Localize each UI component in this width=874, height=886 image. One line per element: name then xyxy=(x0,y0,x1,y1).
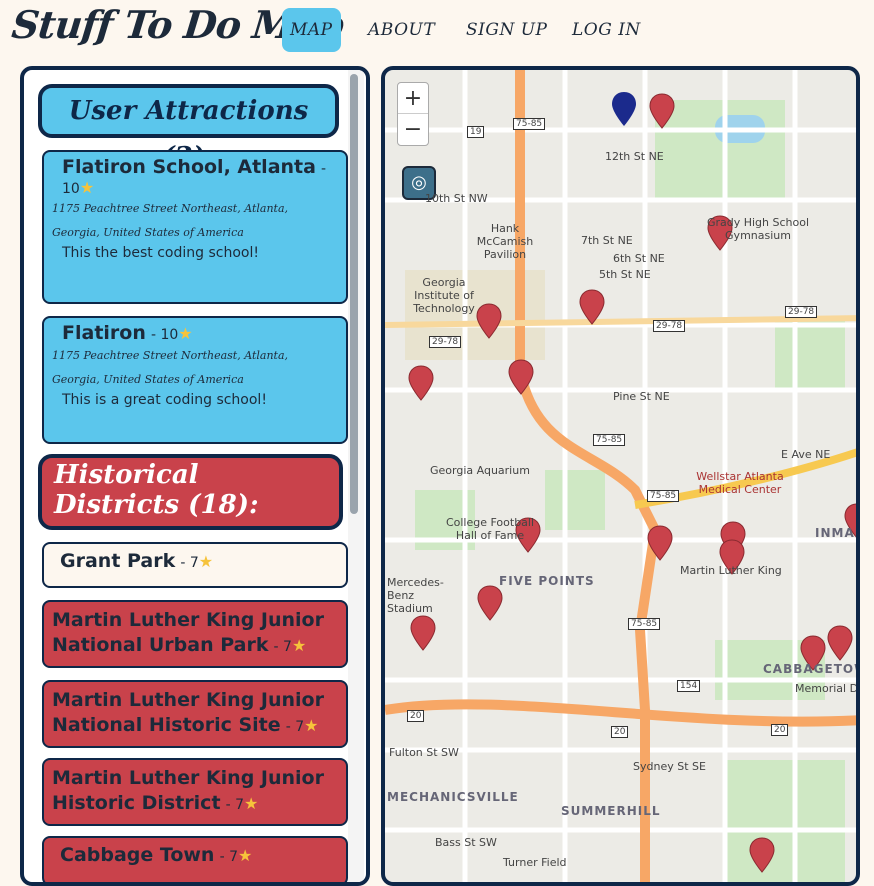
card-rating: - 7 xyxy=(273,639,292,655)
highway-shield: 154 xyxy=(677,680,701,692)
highway-shield: 20 xyxy=(407,710,425,722)
map-label: College Football Hall of Fame xyxy=(445,516,535,542)
highway-shield: 19 xyxy=(467,126,485,138)
historical-districts-heading: Historical Districts (18): xyxy=(38,454,343,530)
zoom-in-button[interactable]: + xyxy=(398,83,428,114)
marker-user xyxy=(612,92,636,126)
highway-shield: 20 xyxy=(611,726,629,738)
card-address: 1175 Peachtree Street Northeast, Atlanta… xyxy=(52,349,289,386)
highway-shield: 29-78 xyxy=(429,336,462,348)
highway-shield: 75-85 xyxy=(513,118,546,130)
card-title: Martin Luther King Junior National Histo… xyxy=(52,689,324,736)
attraction-card[interactable]: Grant Park - 7★ xyxy=(42,542,348,588)
card-title: Flatiron xyxy=(62,322,146,344)
star-icon: ★ xyxy=(198,552,214,571)
park-area xyxy=(725,760,845,882)
star-icon: ★ xyxy=(237,846,253,865)
highway-shield: 29-78 xyxy=(785,306,818,318)
card-address: 1175 Peachtree Street Northeast, Atlanta… xyxy=(52,202,289,239)
card-title: Martin Luther King Junior Historic Distr… xyxy=(52,767,324,814)
star-icon: ★ xyxy=(79,178,95,197)
map-label: Wellstar Atlanta Medical Center xyxy=(696,470,784,496)
attractions-panel: User Attractions (2): Flatiron School, A… xyxy=(20,66,370,886)
map-label: Fulton St SW xyxy=(389,746,459,759)
nav-signup[interactable]: SIGN UP xyxy=(466,8,548,52)
map-label: MECHANICSVILLE xyxy=(387,790,519,804)
map-label: Memorial Dr xyxy=(795,682,860,695)
map-label: Turner Field xyxy=(503,856,567,869)
attraction-card[interactable]: Cabbage Town - 7★ xyxy=(42,836,348,882)
nav-login[interactable]: LOG IN xyxy=(572,8,641,52)
card-description: This is a great coding school! xyxy=(62,392,267,408)
attraction-card[interactable]: Flatiron School, Atlanta - 10★ 1175 Peac… xyxy=(42,150,348,304)
map-label: Martin Luther King xyxy=(680,564,782,577)
zoom-control: + − xyxy=(397,82,429,146)
map-label: 6th St NE xyxy=(613,252,665,265)
map-panel[interactable]: + − ◎ Georgia Aquarium College Football … xyxy=(381,66,860,886)
star-icon: ★ xyxy=(178,324,193,343)
nav-map[interactable]: MAP xyxy=(282,8,341,52)
star-icon: ★ xyxy=(304,716,319,735)
map-label: INMAN xyxy=(815,526,856,540)
map-label: Georgia Institute of Technology xyxy=(413,276,475,315)
card-description: This the best coding school! xyxy=(62,245,259,261)
zoom-out-button[interactable]: − xyxy=(398,114,428,145)
card-rating: - 7 xyxy=(285,719,305,735)
map-label: Georgia Aquarium xyxy=(430,464,530,477)
map-label: 12th St NE xyxy=(605,150,664,163)
top-navbar: Stuff To Do Map MAP ABOUT SIGN UP LOG IN xyxy=(0,0,874,62)
map-label: Hank McCamish Pavilion xyxy=(476,222,534,261)
card-title: Flatiron School, Atlanta xyxy=(62,156,316,178)
card-title: Cabbage Town xyxy=(60,844,215,866)
map-label: E Ave NE xyxy=(781,448,831,461)
nav-about[interactable]: ABOUT xyxy=(368,8,435,52)
park-area xyxy=(545,470,605,530)
card-rating: - 7 xyxy=(225,797,245,813)
map-label: Bass St SW xyxy=(435,836,497,849)
map-label: CABBAGETOWN xyxy=(763,662,856,676)
attraction-card[interactable]: Martin Luther King Junior Historic Distr… xyxy=(42,758,348,826)
map-label: Mercedes-Benz Stadium xyxy=(387,576,444,615)
attraction-card[interactable]: Martin Luther King Junior National Histo… xyxy=(42,680,348,748)
card-rating: - 10 xyxy=(150,327,179,343)
map-label: Grady High School Gymnasium xyxy=(706,216,810,242)
attraction-card[interactable]: Martin Luther King Junior National Urban… xyxy=(42,600,348,668)
map-label: SUMMERHILL xyxy=(561,804,661,818)
card-title: Grant Park xyxy=(60,550,176,572)
card-rating: - 7 xyxy=(180,555,199,571)
scrollbar-track[interactable] xyxy=(348,70,364,882)
map-label: 10th St NW xyxy=(425,192,488,205)
star-icon: ★ xyxy=(291,636,307,655)
attraction-card[interactable]: Flatiron - 10★ 1175 Peachtree Street Nor… xyxy=(42,316,348,444)
map-label: 5th St NE xyxy=(599,268,651,281)
highway-shield: 75-85 xyxy=(628,618,661,630)
map-label: Pine St NE xyxy=(613,390,670,403)
map-label: 7th St NE xyxy=(581,234,633,247)
card-rating: - 7 xyxy=(219,849,238,865)
crosshair-icon: ◎ xyxy=(411,172,427,193)
scrollbar-thumb[interactable] xyxy=(350,74,358,514)
highway-shield: 75-85 xyxy=(647,490,680,502)
user-attractions-heading: User Attractions (2): xyxy=(38,84,339,172)
park-area xyxy=(775,320,845,390)
park-area xyxy=(655,100,785,200)
highway-shield: 20 xyxy=(771,724,789,736)
map-label: FIVE POINTS xyxy=(499,574,595,588)
map-label: Sydney St SE xyxy=(633,760,706,773)
star-icon: ★ xyxy=(244,794,259,813)
highway-shield: 75-85 xyxy=(593,434,626,446)
highway-shield: 29-78 xyxy=(653,320,686,332)
